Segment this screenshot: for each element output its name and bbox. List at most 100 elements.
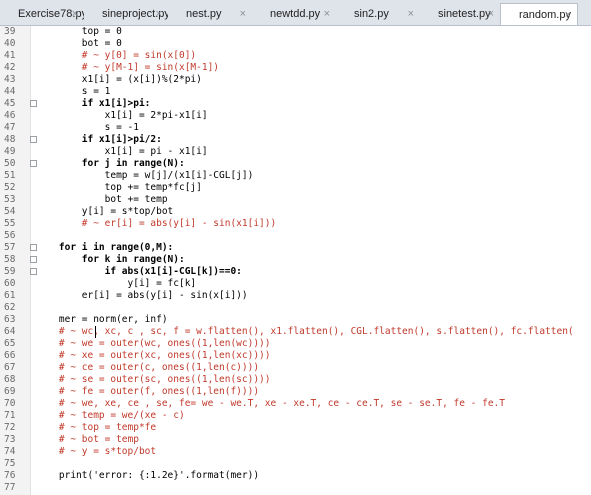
line-number: 49 [4, 146, 16, 157]
code-line: 47 s = -1 [0, 122, 591, 134]
code-line: 45 if x1[i]>pi: [0, 98, 591, 110]
tab-sineproject-py[interactable]: sineproject.py × [84, 3, 168, 25]
code-line: 53 bot += temp [0, 194, 591, 206]
line-number: 64 [4, 326, 16, 337]
line-number: 73 [4, 434, 16, 445]
close-icon[interactable]: × [324, 3, 330, 25]
line-number: 62 [4, 302, 16, 313]
code-line: 50 for j in range(N): [0, 158, 591, 170]
code-text: top += temp*fc[j] [36, 182, 202, 193]
tab-random-py[interactable]: random.py × [500, 3, 578, 25]
tab-exercise78-py[interactable]: Exercise78.py × [0, 3, 84, 25]
close-icon[interactable]: × [240, 3, 246, 25]
close-icon[interactable]: × [156, 3, 162, 25]
line-number: 75 [4, 458, 16, 469]
code-text: if x1[i]>pi: [36, 98, 151, 109]
code-line: 46 x1[i] = 2*pi-x1[i] [0, 110, 591, 122]
code-line: 55 # ~ er[i] = abs(y[i] - sin(x1[i])) [0, 218, 591, 230]
close-icon[interactable]: × [408, 3, 414, 25]
fold-toggle-icon[interactable] [30, 244, 37, 251]
line-number: 54 [4, 206, 16, 217]
line-number: 41 [4, 50, 16, 61]
close-icon[interactable]: × [488, 3, 494, 25]
line-number: 44 [4, 86, 16, 97]
code-text: mer = norm(er, inf) [36, 314, 168, 325]
line-number: 63 [4, 314, 16, 325]
line-number: 77 [4, 482, 16, 493]
code-area[interactable]: 39 top = 0 40 bot = 0 41 # ~ y[0] = sin(x[… [0, 26, 591, 495]
tab-bar: Exercise78.py × sineproject.py × nest.py × new… [0, 0, 591, 26]
line-number: 61 [4, 290, 16, 301]
code-line: 58 for k in range(N): [0, 254, 591, 266]
fold-toggle-icon[interactable] [30, 256, 37, 263]
line-number: 60 [4, 278, 16, 289]
line-number: 72 [4, 422, 16, 433]
line-number: 71 [4, 410, 16, 421]
code-text: # ~ bot = temp [36, 434, 139, 445]
code-text: s = 1 [36, 86, 111, 97]
code-text: # ~ we, xe, ce , se, fe= we - we.T, xe -… [36, 398, 505, 409]
code-line: 52 top += temp*fc[j] [0, 182, 591, 194]
code-line: 39 top = 0 [0, 26, 591, 38]
tab-newtdd-py[interactable]: newtdd.py × [252, 3, 336, 25]
code-text: # ~ temp = we/(xe - c) [36, 410, 185, 421]
code-line: 51 temp = w[j]/(x1[i]-CGL[j]) [0, 170, 591, 182]
code-text: y[i] = s*top/bot [36, 206, 174, 217]
fold-toggle-icon[interactable] [30, 268, 37, 275]
code-text: for i in range(0,M): [36, 242, 174, 253]
code-line: 77 [0, 482, 591, 494]
code-line: 48 if x1[i]>pi/2: [0, 134, 591, 146]
fold-toggle-icon[interactable] [30, 100, 37, 107]
text-cursor [95, 326, 96, 338]
code-line: 76 print('error: {:1.2e}'.format(mer)) [0, 470, 591, 482]
tab-sinetest-py[interactable]: sinetest.py × [420, 3, 500, 25]
fold-toggle-icon[interactable] [30, 160, 37, 167]
code-line: 42 # ~ y[M-1] = sin(x[M-1]) [0, 62, 591, 74]
code-line: 69 # ~ fe = outer(f, ones((1,len(f)))) [0, 386, 591, 398]
line-number: 51 [4, 170, 16, 181]
line-number: 70 [4, 398, 16, 409]
code-text: # ~ we = outer(wc, ones((1,len(wc)))) [36, 338, 271, 349]
code-line: 70 # ~ we, xe, ce , se, fe= we - we.T, x… [0, 398, 591, 410]
code-line: 62 [0, 302, 591, 314]
line-number: 45 [4, 98, 16, 109]
tab-label: random.py [519, 9, 571, 21]
line-number: 48 [4, 134, 16, 145]
line-number: 47 [4, 122, 16, 133]
code-text: bot = 0 [36, 38, 122, 49]
fold-toggle-icon[interactable] [30, 136, 37, 143]
code-line: 57 for i in range(0,M): [0, 242, 591, 254]
code-text: # ~ y[M-1] = sin(x[M-1]) [36, 62, 220, 73]
tab-nest-py[interactable]: nest.py × [168, 3, 252, 25]
line-number: 58 [4, 254, 16, 265]
line-number: 66 [4, 350, 16, 361]
code-line: 40 bot = 0 [0, 38, 591, 50]
code-text: for k in range(N): [36, 254, 185, 265]
line-number: 42 [4, 62, 16, 73]
code-line: 65 # ~ we = outer(wc, ones((1,len(wc)))) [0, 338, 591, 350]
close-icon[interactable]: × [72, 3, 78, 25]
code-editor[interactable]: 39 top = 0 40 bot = 0 41 # ~ y[0] = sin(x[… [0, 26, 591, 495]
close-icon[interactable]: × [565, 4, 571, 25]
code-text: x1[i] = (x[i])%(2*pi) [36, 74, 202, 85]
line-number: 57 [4, 242, 16, 253]
line-number: 76 [4, 470, 16, 481]
line-number: 46 [4, 110, 16, 121]
code-text: x1[i] = pi - x1[i] [36, 146, 208, 157]
code-text: temp = w[j]/(x1[i]-CGL[j]) [36, 170, 254, 181]
line-number: 69 [4, 386, 16, 397]
code-text: if abs(x1[i]-CGL[k])==0: [36, 266, 242, 277]
code-line: 59 if abs(x1[i]-CGL[k])==0: [0, 266, 591, 278]
code-line: 56 [0, 230, 591, 242]
code-line: 63 mer = norm(er, inf) [0, 314, 591, 326]
code-text: print('error: {:1.2e}'.format(mer)) [36, 470, 260, 481]
code-text: s = -1 [36, 122, 139, 133]
code-line: 60 y[i] = fc[k] [0, 278, 591, 290]
line-number: 67 [4, 362, 16, 373]
code-line: 43 x1[i] = (x[i])%(2*pi) [0, 74, 591, 86]
tab-label: sinetest.py [438, 8, 491, 20]
line-number: 40 [4, 38, 16, 49]
line-number: 65 [4, 338, 16, 349]
code-text: y[i] = fc[k] [36, 278, 197, 289]
tab-sin2-py[interactable]: sin2.py × [336, 3, 420, 25]
